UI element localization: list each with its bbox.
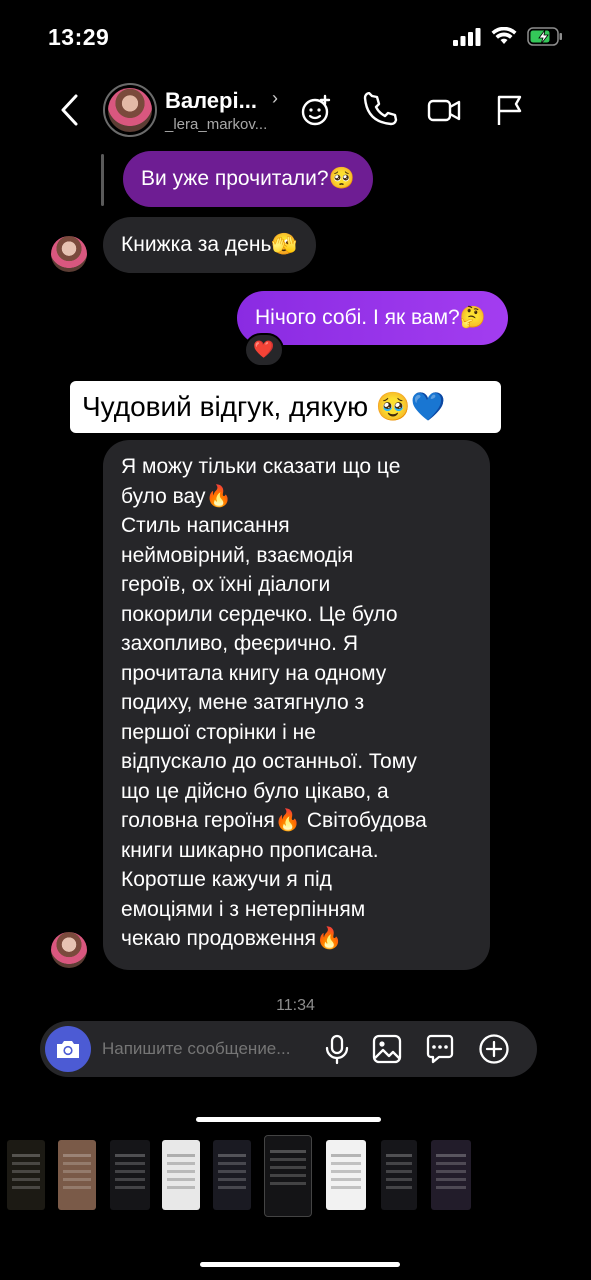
wifi-icon xyxy=(491,27,517,44)
message-bubble-incoming[interactable]: Книжка за день🫣 xyxy=(103,217,316,273)
status-time: 13:29 xyxy=(48,24,110,50)
effects-icon[interactable] xyxy=(298,92,334,128)
battery-charging-icon xyxy=(527,27,562,46)
camera-button[interactable] xyxy=(45,1026,91,1072)
avatar-image xyxy=(108,88,152,132)
flag-icon[interactable] xyxy=(492,92,528,128)
thumbnail-active[interactable] xyxy=(264,1135,312,1217)
message-bubble-incoming-long[interactable]: Я можу тільки сказати що це було вау🔥 Ст… xyxy=(103,440,490,970)
heart-reaction[interactable]: ❤️ xyxy=(244,333,284,367)
reply-line xyxy=(101,154,104,206)
chevron-right-icon[interactable]: › xyxy=(272,88,278,109)
thumbnail[interactable] xyxy=(162,1140,200,1210)
back-icon[interactable] xyxy=(56,92,86,128)
contact-avatar[interactable] xyxy=(103,83,157,137)
thumbnail[interactable] xyxy=(213,1140,251,1210)
thumbnail[interactable] xyxy=(110,1140,150,1210)
message-input[interactable] xyxy=(102,1021,312,1077)
sticker-icon[interactable] xyxy=(424,1033,456,1065)
thumbnail-strip xyxy=(0,1135,591,1217)
overlay-caption: Чудовий відгук, дякую 🥹💙 xyxy=(70,381,501,433)
camera-icon xyxy=(57,1041,79,1058)
video-icon[interactable] xyxy=(426,92,462,128)
signal-icon xyxy=(453,27,481,46)
thumbnail[interactable] xyxy=(381,1140,417,1210)
thumbnail[interactable] xyxy=(7,1140,45,1210)
thumbnail[interactable] xyxy=(58,1140,96,1210)
gallery-icon[interactable] xyxy=(371,1033,403,1065)
chat-header: Валері... › _lera_markov... xyxy=(0,76,591,146)
status-icons xyxy=(453,27,563,46)
phone-icon[interactable] xyxy=(363,92,399,128)
message-composer xyxy=(40,1021,537,1077)
contact-name[interactable]: Валері... xyxy=(165,88,257,114)
contact-handle[interactable]: _lera_markov... xyxy=(165,116,267,133)
status-bar: 13:29 xyxy=(0,0,591,76)
microphone-icon[interactable] xyxy=(321,1033,353,1065)
sender-avatar[interactable] xyxy=(51,932,87,968)
home-indicator-bottom xyxy=(200,1262,400,1267)
home-indicator xyxy=(196,1117,381,1122)
sender-avatar[interactable] xyxy=(51,236,87,272)
thumbnail[interactable] xyxy=(431,1140,471,1210)
message-bubble-outgoing-quoted[interactable]: Ви уже прочитали?🥺 xyxy=(123,151,373,207)
thumbnail[interactable] xyxy=(326,1140,366,1210)
plus-icon[interactable] xyxy=(478,1033,510,1065)
message-timestamp: 11:34 xyxy=(276,997,315,1014)
